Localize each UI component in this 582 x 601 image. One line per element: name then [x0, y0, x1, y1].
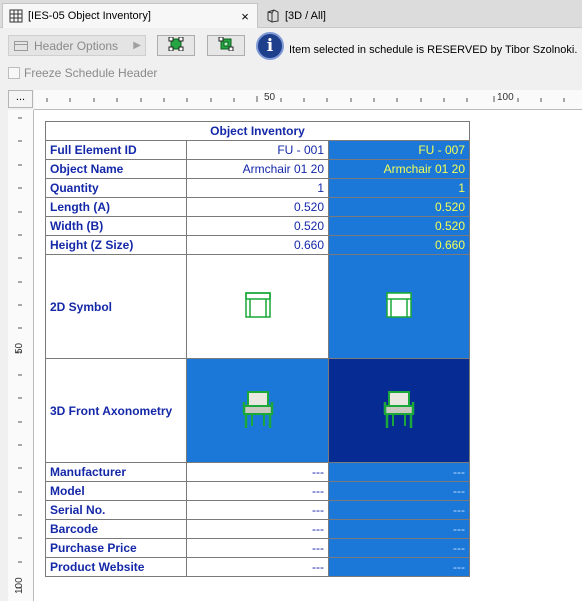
table-row-2d-symbol[interactable]: 2D Symbol: [45, 254, 470, 359]
row-label: Object Name: [45, 159, 187, 179]
cell-item-1[interactable]: ---: [186, 481, 329, 501]
table-row[interactable]: Purchase Price --- ---: [45, 538, 470, 558]
cell-item-1[interactable]: ---: [186, 538, 329, 558]
cell-item-2[interactable]: FU - 007: [328, 140, 470, 160]
header-options-button[interactable]: Header Options ▶: [8, 35, 146, 56]
armchair-3d-icon: [381, 391, 417, 433]
table-row[interactable]: Serial No. --- ---: [45, 500, 470, 520]
row-label: Product Website: [45, 557, 187, 577]
schedule-icon: [7, 7, 25, 25]
select-elements-icon: [218, 36, 234, 54]
cell-item-1[interactable]: 0.660: [186, 235, 329, 255]
table-row-3d-axonometry[interactable]: 3D Front Axonometry: [45, 358, 470, 463]
ruler-options-button[interactable]: ...: [8, 90, 33, 108]
row-label: Serial No.: [45, 500, 187, 520]
cell-item-1[interactable]: 0.520: [186, 197, 329, 217]
row-label: Width (B): [45, 216, 187, 236]
table-row[interactable]: Length (A) 0.520 0.520: [45, 197, 470, 217]
header-options-label: Header Options: [34, 38, 119, 53]
cell-item-2[interactable]: ---: [328, 481, 470, 501]
cell-item-1[interactable]: FU - 001: [186, 140, 329, 160]
cell-item-2[interactable]: [328, 254, 470, 359]
row-label: Manufacturer: [45, 462, 187, 482]
select-elements-button[interactable]: [207, 35, 245, 56]
cell-item-2[interactable]: Armchair 01 20: [328, 159, 470, 179]
cell-item-2[interactable]: ---: [328, 538, 470, 558]
object-inventory-schedule: Object Inventory Full Element ID FU - 00…: [45, 121, 470, 577]
table-row[interactable]: Quantity 1 1: [45, 178, 470, 198]
close-icon[interactable]: ×: [237, 9, 253, 24]
vertical-ruler: 50 100: [8, 110, 34, 601]
cell-item-1[interactable]: ---: [186, 557, 329, 577]
row-label: Model: [45, 481, 187, 501]
row-label: Purchase Price: [45, 538, 187, 558]
reservation-message: Item selected in schedule is RESERVED by…: [289, 44, 578, 56]
table-row[interactable]: Height (Z Size) 0.660 0.660: [45, 235, 470, 255]
cell-item-2[interactable]: 0.520: [328, 197, 470, 217]
arrow-right-icon: ▶: [133, 40, 141, 51]
table-row[interactable]: Product Website --- ---: [45, 557, 470, 577]
cell-item-1[interactable]: ---: [186, 462, 329, 482]
armchair-2d-symbol-icon: [386, 292, 412, 321]
info-icon: i: [256, 32, 284, 60]
cell-item-1[interactable]: 1: [186, 178, 329, 198]
schedule-toolbar: Header Options ▶ i Item selected in sche…: [0, 28, 582, 90]
table-row[interactable]: Full Element ID FU - 001 FU - 007: [45, 140, 470, 160]
ruler-label-100-vertical: 100: [14, 577, 25, 594]
cell-item-2[interactable]: ---: [328, 519, 470, 539]
table-row[interactable]: Barcode --- ---: [45, 519, 470, 539]
cell-item-1[interactable]: ---: [186, 500, 329, 520]
row-label: Quantity: [45, 178, 187, 198]
table-row[interactable]: Width (B) 0.520 0.520: [45, 216, 470, 236]
cell-item-2[interactable]: 0.520: [328, 216, 470, 236]
ruler-label-50: 50: [264, 92, 276, 103]
row-label: 2D Symbol: [45, 254, 187, 359]
table-row[interactable]: Model --- ---: [45, 481, 470, 501]
cell-item-1[interactable]: [186, 254, 329, 359]
armchair-2d-symbol-icon: [244, 292, 271, 321]
ruler-label-100: 100: [497, 92, 514, 103]
cell-item-2[interactable]: ---: [328, 500, 470, 520]
freeze-label: Freeze Schedule Header: [24, 66, 158, 80]
cell-item-1[interactable]: 0.520: [186, 216, 329, 236]
schedule-title: Object Inventory: [45, 121, 470, 141]
tab-object-inventory[interactable]: [IES-05 Object Inventory] ×: [2, 3, 258, 28]
3d-window-icon: [264, 7, 282, 25]
cell-item-2[interactable]: ---: [328, 557, 470, 577]
cell-item-1[interactable]: ---: [186, 519, 329, 539]
table-row[interactable]: Object Name Armchair 01 20 Armchair 01 2…: [45, 159, 470, 179]
tab-bar: [IES-05 Object Inventory] × [3D / All]: [0, 0, 582, 28]
ruler-label-50-vertical: 50: [14, 342, 25, 354]
cell-item-2[interactable]: [328, 358, 470, 463]
fit-selection-button[interactable]: [157, 35, 195, 56]
row-label: Height (Z Size): [45, 235, 187, 255]
tab-label: [IES-05 Object Inventory]: [28, 10, 151, 22]
row-label: Length (A): [45, 197, 187, 217]
row-label: Full Element ID: [45, 140, 187, 160]
horizontal-ruler: 50 100: [34, 90, 582, 110]
table-row[interactable]: Manufacturer --- ---: [45, 462, 470, 482]
header-options-icon: [14, 40, 28, 51]
row-label: Barcode: [45, 519, 187, 539]
armchair-3d-icon: [240, 391, 276, 433]
schedule-title-row: Object Inventory: [45, 121, 470, 141]
freeze-checkbox[interactable]: [8, 67, 20, 79]
cell-item-2[interactable]: ---: [328, 462, 470, 482]
cell-item-1[interactable]: Armchair 01 20: [186, 159, 329, 179]
cell-item-2[interactable]: 1: [328, 178, 470, 198]
freeze-header-toggle[interactable]: Freeze Schedule Header: [8, 66, 157, 80]
cell-item-1[interactable]: [186, 358, 329, 463]
cell-item-2[interactable]: 0.660: [328, 235, 470, 255]
tab-label: [3D / All]: [285, 9, 326, 22]
tab-3d-all[interactable]: [3D / All]: [260, 3, 380, 28]
select-frame-icon: [168, 36, 184, 54]
row-label: 3D Front Axonometry: [45, 358, 187, 463]
